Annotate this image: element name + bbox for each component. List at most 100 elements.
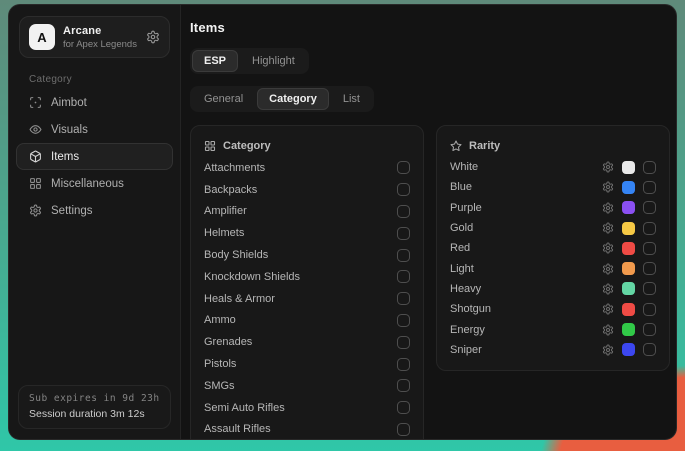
sidebar-item-visuals[interactable]: Visuals bbox=[16, 116, 173, 143]
color-swatch[interactable] bbox=[622, 282, 635, 295]
sidebar-item-label: Settings bbox=[51, 205, 93, 217]
rarity-panel: Rarity White Blue Purple Gold bbox=[436, 125, 670, 371]
checkbox[interactable] bbox=[643, 242, 656, 255]
checkbox[interactable] bbox=[397, 183, 410, 196]
category-row: Pistols bbox=[204, 353, 410, 375]
app-window: A Arcane for Apex Legends Category Aimbo… bbox=[8, 4, 677, 440]
rarity-label: Energy bbox=[450, 324, 485, 336]
category-panel-header: Category bbox=[204, 135, 410, 157]
checkbox[interactable] bbox=[397, 249, 410, 262]
rarity-row: Heavy bbox=[450, 279, 656, 299]
session-duration-text: Session duration 3m 12s bbox=[29, 408, 160, 420]
color-swatch[interactable] bbox=[622, 181, 635, 194]
tab-category[interactable]: Category bbox=[257, 88, 329, 110]
category-label: SMGs bbox=[204, 380, 235, 392]
tabs-group: General Category List bbox=[190, 86, 374, 112]
color-swatch[interactable] bbox=[622, 201, 635, 214]
category-row: SMGs bbox=[204, 375, 410, 397]
toggle-highlight[interactable]: Highlight bbox=[240, 50, 307, 72]
color-swatch[interactable] bbox=[622, 262, 635, 275]
mode-toggle-group: ESP Highlight bbox=[190, 48, 309, 74]
grid-icon bbox=[29, 177, 42, 190]
category-label: Semi Auto Rifles bbox=[204, 402, 285, 414]
category-row: Heals & Armor bbox=[204, 288, 410, 310]
checkbox[interactable] bbox=[397, 314, 410, 327]
rarity-row: Energy bbox=[450, 319, 656, 339]
gear-icon[interactable] bbox=[602, 242, 614, 254]
sub-expires-text: Sub expires in 9d 23h bbox=[29, 393, 160, 404]
rarity-row: Shotgun bbox=[450, 299, 656, 319]
sidebar-section-label: Category bbox=[29, 74, 180, 85]
sidebar-item-settings[interactable]: Settings bbox=[16, 197, 173, 224]
rarity-label: Blue bbox=[450, 181, 472, 193]
eye-icon bbox=[29, 123, 42, 136]
color-swatch[interactable] bbox=[622, 323, 635, 336]
category-panel-title: Category bbox=[223, 140, 271, 152]
gear-icon[interactable] bbox=[602, 202, 614, 214]
gear-icon[interactable] bbox=[602, 181, 614, 193]
checkbox[interactable] bbox=[397, 292, 410, 305]
category-label: Knockdown Shields bbox=[204, 271, 300, 283]
color-swatch[interactable] bbox=[622, 161, 635, 174]
checkbox[interactable] bbox=[397, 205, 410, 218]
category-row: Assault Rifles bbox=[204, 419, 410, 439]
checkbox[interactable] bbox=[643, 323, 656, 336]
gear-icon bbox=[29, 204, 42, 217]
rarity-row: Blue bbox=[450, 177, 656, 197]
sidebar-item-items[interactable]: Items bbox=[16, 143, 173, 170]
color-swatch[interactable] bbox=[622, 303, 635, 316]
gear-icon[interactable] bbox=[146, 30, 160, 44]
tab-general[interactable]: General bbox=[192, 88, 255, 110]
gear-icon[interactable] bbox=[602, 283, 614, 295]
color-swatch[interactable] bbox=[622, 242, 635, 255]
rarity-row: Purple bbox=[450, 198, 656, 218]
checkbox[interactable] bbox=[643, 282, 656, 295]
category-label: Attachments bbox=[204, 162, 265, 174]
gear-icon[interactable] bbox=[602, 222, 614, 234]
checkbox[interactable] bbox=[397, 161, 410, 174]
brand-card: A Arcane for Apex Legends bbox=[19, 16, 170, 58]
checkbox[interactable] bbox=[397, 423, 410, 436]
app-subtitle: for Apex Legends bbox=[63, 39, 138, 50]
color-swatch[interactable] bbox=[622, 343, 635, 356]
rarity-panel-header: Rarity bbox=[450, 135, 656, 157]
checkbox[interactable] bbox=[643, 262, 656, 275]
rarity-label: White bbox=[450, 161, 478, 173]
category-label: Backpacks bbox=[204, 184, 257, 196]
category-row: Helmets bbox=[204, 222, 410, 244]
gear-icon[interactable] bbox=[602, 344, 614, 356]
checkbox[interactable] bbox=[643, 161, 656, 174]
rarity-label: Red bbox=[450, 242, 470, 254]
checkbox[interactable] bbox=[643, 181, 656, 194]
category-label: Ammo bbox=[204, 314, 236, 326]
rarity-label: Heavy bbox=[450, 283, 481, 295]
checkbox[interactable] bbox=[643, 201, 656, 214]
sidebar-item-miscellaneous[interactable]: Miscellaneous bbox=[16, 170, 173, 197]
checkbox[interactable] bbox=[397, 358, 410, 371]
sidebar: A Arcane for Apex Legends Category Aimbo… bbox=[9, 5, 181, 439]
category-label: Helmets bbox=[204, 227, 244, 239]
category-label: Pistols bbox=[204, 358, 236, 370]
checkbox[interactable] bbox=[643, 343, 656, 356]
category-label: Body Shields bbox=[204, 249, 268, 261]
rarity-label: Purple bbox=[450, 202, 482, 214]
crosshair-icon bbox=[29, 96, 42, 109]
checkbox[interactable] bbox=[397, 401, 410, 414]
checkbox[interactable] bbox=[397, 379, 410, 392]
checkbox[interactable] bbox=[397, 227, 410, 240]
gear-icon[interactable] bbox=[602, 324, 614, 336]
sidebar-item-aimbot[interactable]: Aimbot bbox=[16, 89, 173, 116]
checkbox[interactable] bbox=[643, 222, 656, 235]
color-swatch[interactable] bbox=[622, 222, 635, 235]
rarity-row: White bbox=[450, 157, 656, 177]
gear-icon[interactable] bbox=[602, 161, 614, 173]
toggle-esp[interactable]: ESP bbox=[192, 50, 238, 72]
checkbox[interactable] bbox=[643, 303, 656, 316]
gear-icon[interactable] bbox=[602, 303, 614, 315]
sidebar-item-label: Miscellaneous bbox=[51, 178, 124, 190]
checkbox[interactable] bbox=[397, 270, 410, 283]
rarity-row: Sniper bbox=[450, 340, 656, 360]
checkbox[interactable] bbox=[397, 336, 410, 349]
tab-list[interactable]: List bbox=[331, 88, 372, 110]
gear-icon[interactable] bbox=[602, 263, 614, 275]
